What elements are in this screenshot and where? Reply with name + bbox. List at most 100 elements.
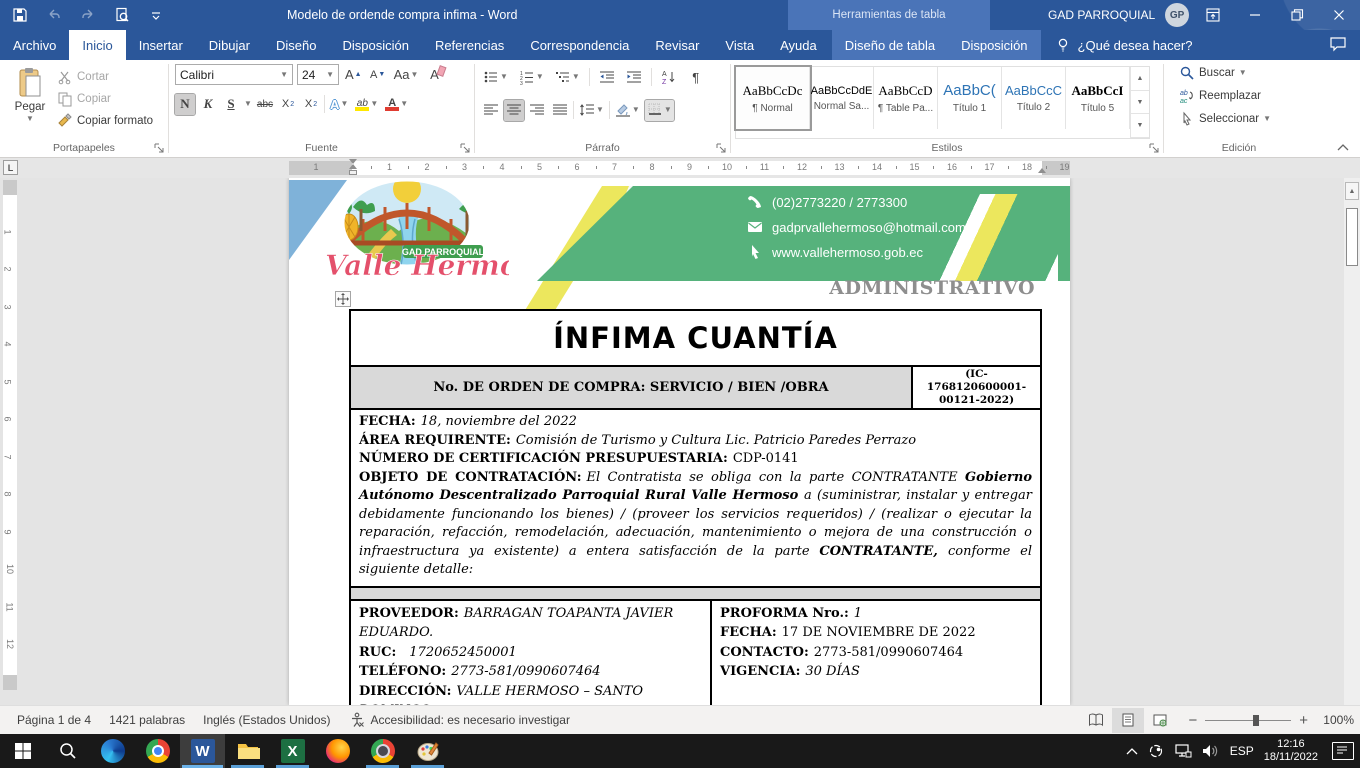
zoom-slider[interactable] (1205, 720, 1291, 721)
tab-correspondencia[interactable]: Correspondencia (517, 30, 642, 60)
account-area[interactable]: GAD PARROQUIAL GP (1048, 0, 1189, 30)
tab-diseno-de-tabla[interactable]: Diseño de tabla (832, 30, 948, 60)
table-move-handle[interactable] (335, 291, 351, 307)
minimize-button[interactable] (1234, 0, 1276, 30)
tell-me-box[interactable]: ¿Qué desea hacer? (1055, 30, 1193, 60)
tab-disposicion[interactable]: Disposición (329, 30, 421, 60)
indent-marker-right[interactable] (1037, 168, 1046, 177)
tab-ayuda[interactable]: Ayuda (767, 30, 830, 60)
tab-referencias[interactable]: Referencias (422, 30, 517, 60)
style-titulo-5[interactable]: AaBbCcI Título 5 (1066, 67, 1130, 129)
clipboard-dialog-launcher[interactable] (154, 143, 165, 154)
tab-dibujar[interactable]: Dibujar (196, 30, 263, 60)
styles-scroll-down[interactable]: ▼ (1131, 91, 1149, 115)
scroll-up-arrow[interactable]: ▲ (1345, 182, 1359, 200)
vertical-ruler[interactable]: 123456789101112 (3, 180, 17, 690)
select-button[interactable]: Seleccionar▼ (1176, 110, 1308, 128)
print-preview-icon[interactable] (112, 4, 132, 26)
read-mode-icon[interactable] (1080, 708, 1112, 733)
collapse-ribbon-icon[interactable] (1336, 143, 1350, 153)
strikethrough-button[interactable]: abc (255, 94, 275, 115)
text-effects-icon[interactable]: A▼ (328, 94, 350, 115)
font-size-combo[interactable]: 24▼ (297, 64, 339, 85)
paragraph-dialog-launcher[interactable] (716, 143, 727, 154)
tray-network-icon[interactable] (1174, 744, 1192, 758)
superscript-button[interactable]: X2 (301, 94, 321, 115)
tray-volume-icon[interactable] (1202, 744, 1220, 758)
cut-button[interactable]: Cortar (54, 68, 156, 86)
highlight-color-icon[interactable]: ab▼ (353, 94, 380, 115)
underline-caret[interactable]: ▼ (244, 100, 252, 108)
shading-icon[interactable]: ▼ (613, 100, 642, 121)
style-table-pa[interactable]: AaBbCcD ¶ Table Pa... (874, 67, 938, 129)
taskbar-firefox-icon[interactable] (315, 734, 360, 768)
styles-scroll-up[interactable]: ▲ (1131, 67, 1149, 91)
tray-recorder-icon[interactable] (1148, 743, 1164, 759)
font-dialog-launcher[interactable] (460, 143, 471, 154)
web-layout-icon[interactable] (1144, 708, 1176, 733)
style-titulo-2[interactable]: AaBbCcC Título 2 (1002, 67, 1066, 129)
tab-stop-selector[interactable]: L (3, 160, 18, 175)
bullets-icon[interactable]: ▼ (481, 67, 510, 88)
style-normal-sa[interactable]: AaBbCcDdE Normal Sa... (810, 67, 874, 129)
language-indicator[interactable]: Inglés (Estados Unidos) (194, 706, 339, 735)
taskbar-explorer-icon[interactable] (225, 734, 270, 768)
tray-clock[interactable]: 12:16 18/11/2022 (1264, 738, 1318, 764)
styles-dialog-launcher[interactable] (1149, 143, 1160, 154)
sort-icon[interactable]: AZ (659, 67, 679, 88)
avatar[interactable]: GP (1165, 3, 1189, 27)
multilevel-list-icon[interactable]: ▼ (553, 67, 582, 88)
replace-button[interactable]: abac Reemplazar (1176, 87, 1308, 105)
tab-insertar[interactable]: Insertar (126, 30, 196, 60)
increase-indent-icon[interactable] (624, 67, 644, 88)
document-page[interactable]: (02)2773220 / 2773300 gadprvallehermoso@… (289, 178, 1070, 705)
subscript-button[interactable]: X2 (278, 94, 298, 115)
numbering-icon[interactable]: 123▼ (517, 67, 546, 88)
close-button[interactable] (1318, 0, 1360, 30)
page-indicator[interactable]: Página 1 de 4 (8, 706, 100, 735)
tab-disposicion-tabla[interactable]: Disposición (948, 30, 1040, 60)
clear-formatting-icon[interactable]: A (424, 64, 444, 85)
taskbar-paint-icon[interactable] (405, 734, 450, 768)
change-case-icon[interactable]: Aa▼ (392, 64, 421, 85)
taskbar-excel-icon[interactable]: X (270, 734, 315, 768)
horizontal-ruler[interactable]: 1 12345678910111213141516171819 (289, 161, 1070, 175)
accessibility-status[interactable]: Accesibilidad: es necesario investigar (340, 706, 579, 735)
align-center-icon[interactable] (504, 100, 524, 121)
undo-icon[interactable] (44, 4, 64, 26)
tab-revisar[interactable]: Revisar (642, 30, 712, 60)
font-family-combo[interactable]: Calibri▼ (175, 64, 293, 85)
redo-icon[interactable] (78, 4, 98, 26)
print-layout-icon[interactable] (1112, 708, 1144, 733)
borders-icon[interactable]: ▼ (645, 100, 674, 121)
format-painter-button[interactable]: Copiar formato (54, 112, 156, 130)
style-titulo-1[interactable]: AaBbC( Título 1 (938, 67, 1002, 129)
taskbar-edge-icon[interactable] (90, 734, 135, 768)
shrink-font-icon[interactable]: A▼ (368, 64, 388, 85)
paste-button[interactable]: Pegar ▼ (6, 64, 54, 139)
tray-language[interactable]: ESP (1230, 744, 1254, 758)
line-spacing-icon[interactable]: ▼ (577, 100, 606, 121)
save-icon[interactable] (10, 4, 30, 26)
zoom-percentage[interactable]: 100% (1316, 713, 1354, 727)
start-button[interactable] (0, 734, 45, 768)
grow-font-icon[interactable]: A▲ (343, 64, 364, 85)
zoom-out-icon[interactable]: − (1188, 712, 1197, 729)
font-color-icon[interactable]: A▼ (383, 94, 410, 115)
zoom-slider-thumb[interactable] (1253, 715, 1259, 726)
feedback-icon[interactable] (1328, 34, 1348, 59)
align-left-icon[interactable] (481, 100, 501, 121)
word-count[interactable]: 1421 palabras (100, 706, 194, 735)
styles-gallery-more[interactable]: ▼ (1131, 114, 1149, 138)
ribbon-display-options-icon[interactable] (1192, 0, 1234, 30)
indent-markers-left[interactable] (348, 159, 357, 177)
style-normal[interactable]: AaBbCcDc ¶ Normal (736, 67, 810, 129)
align-right-icon[interactable] (527, 100, 547, 121)
underline-button[interactable]: S (221, 94, 241, 115)
justify-icon[interactable] (550, 100, 570, 121)
customize-qat-icon[interactable] (146, 4, 166, 26)
scrollbar-thumb[interactable] (1346, 208, 1358, 266)
tab-vista[interactable]: Vista (712, 30, 767, 60)
bold-button[interactable]: N (175, 94, 195, 115)
tray-expand-icon[interactable] (1126, 747, 1138, 755)
